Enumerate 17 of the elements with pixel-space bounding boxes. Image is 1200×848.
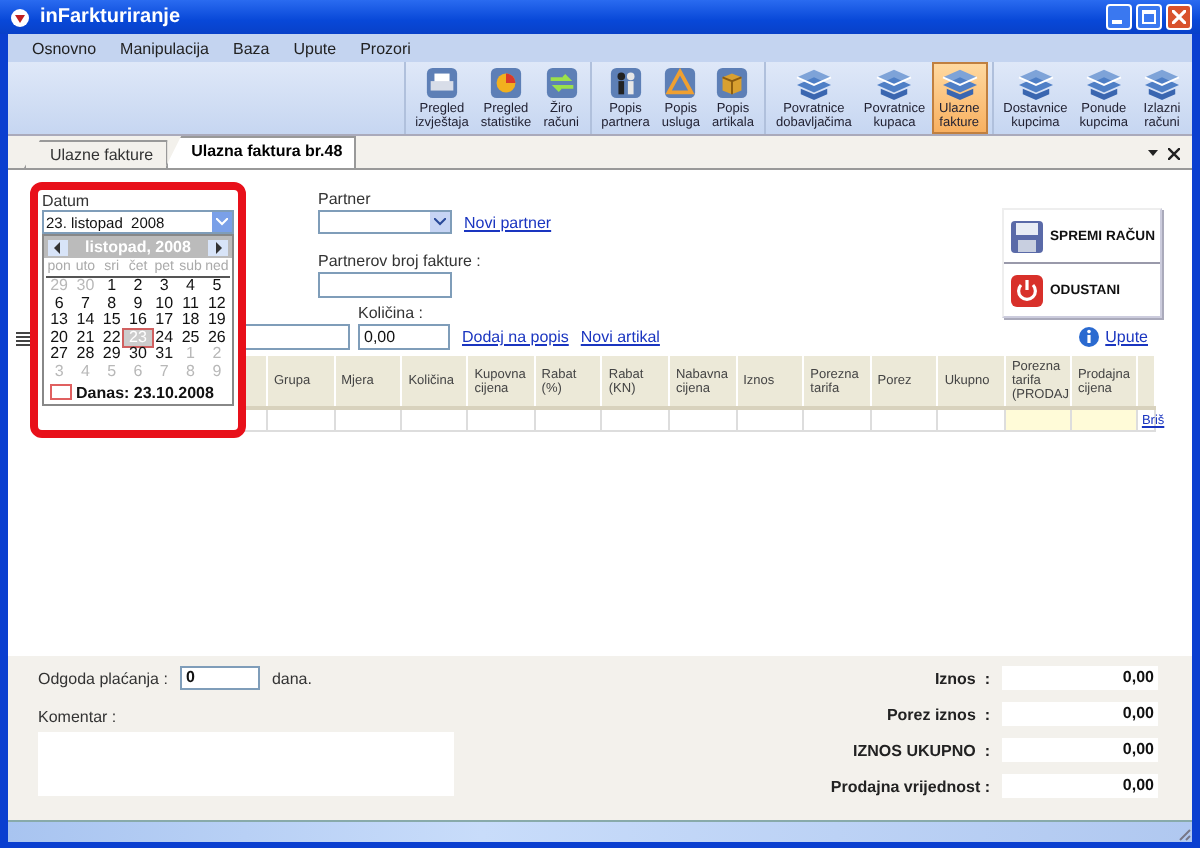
total-value: 0,00 — [1002, 666, 1158, 690]
total-label: Porez iznos : — [886, 705, 990, 723]
field-label: Datum — [42, 192, 92, 210]
field-label: Količina : — [358, 304, 425, 324]
field-label: Partner — [318, 190, 373, 210]
field-label: Komentar : — [38, 708, 119, 726]
unit-label: dana. — [271, 669, 312, 687]
total-value: 0,00 — [1002, 702, 1158, 726]
field-label: Partnerov broj fakture : — [318, 252, 483, 272]
field-label: Odgoda plaćanja : — [38, 669, 168, 687]
total-value: 0,00 — [1002, 774, 1158, 798]
total-label: IZNOS UKUPNO : — [853, 741, 990, 759]
month-title: listopad, 2008 — [85, 238, 191, 256]
total-label: Iznos : — [934, 669, 990, 687]
total-value: 0,00 — [1002, 738, 1158, 762]
window-title: inFarkturiranje — [40, 6, 183, 28]
total-label: Prodajna vrijednost : — [830, 777, 990, 795]
